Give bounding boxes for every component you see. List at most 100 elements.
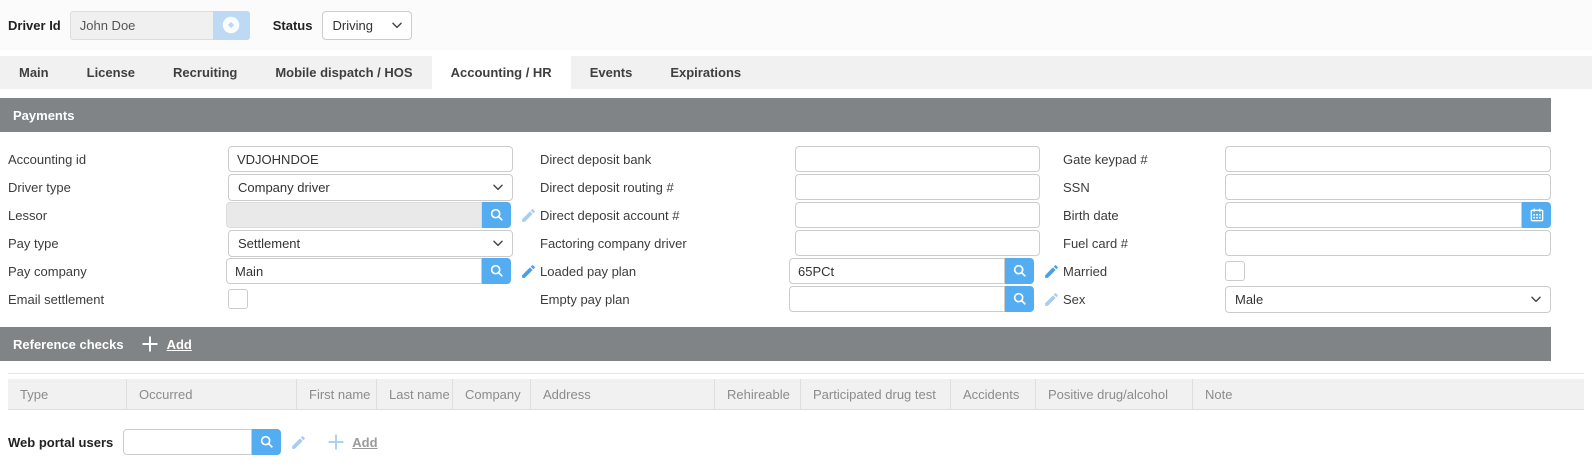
- driver-lookup-button[interactable]: [213, 11, 250, 40]
- empty-pay-plan-search-button[interactable]: [1005, 286, 1034, 312]
- driver-type-value: Company driver: [238, 180, 330, 195]
- accounting-id-label: Accounting id: [8, 152, 228, 167]
- pay-type-value: Settlement: [238, 236, 300, 251]
- ssn-input[interactable]: [1225, 174, 1551, 200]
- chevron-down-icon: [491, 236, 505, 250]
- status-label: Status: [273, 18, 313, 33]
- payments-column-3: Gate keypad # SSN Birth date Fuel card #: [1063, 145, 1592, 313]
- column-header-participated-drug-test[interactable]: Participated drug test: [800, 379, 950, 409]
- calendar-icon: [1529, 207, 1545, 223]
- column-header-last-name[interactable]: Last name: [376, 379, 452, 409]
- payments-column-1: Accounting id Driver type Company driver…: [8, 145, 540, 313]
- web-portal-users-edit-button[interactable]: [286, 429, 310, 455]
- driver-type-label: Driver type: [8, 180, 228, 195]
- pencil-icon: [520, 263, 537, 280]
- empty-pay-plan-input[interactable]: [789, 286, 1005, 312]
- status-select-value: Driving: [332, 18, 372, 33]
- birth-date-input[interactable]: [1225, 202, 1522, 228]
- reference-checks-title: Reference checks: [13, 337, 124, 352]
- driver-id-input[interactable]: [70, 11, 213, 40]
- chevron-down-icon: [390, 18, 404, 32]
- column-header-accidents[interactable]: Accidents: [950, 379, 1035, 409]
- web-portal-users-input[interactable]: [123, 429, 252, 455]
- loaded-pay-plan-search-button[interactable]: [1005, 258, 1034, 284]
- web-portal-users-add-button[interactable]: Add: [326, 432, 377, 452]
- tab-accounting-hr[interactable]: Accounting / HR: [432, 56, 571, 89]
- direct-deposit-bank-label: Direct deposit bank: [540, 152, 795, 167]
- sex-label: Sex: [1063, 292, 1225, 307]
- email-settlement-label: Email settlement: [8, 292, 228, 307]
- sex-select[interactable]: Male: [1225, 286, 1551, 313]
- column-header-note[interactable]: Note: [1192, 379, 1584, 409]
- accounting-id-input[interactable]: [228, 146, 513, 172]
- tab-recruiting[interactable]: Recruiting: [154, 56, 256, 89]
- tab-events[interactable]: Events: [571, 56, 652, 89]
- direct-deposit-routing-label: Direct deposit routing #: [540, 180, 795, 195]
- reference-checks-table: Type Occurred First name Last name Compa…: [8, 373, 1584, 410]
- lessor-label: Lessor: [8, 208, 226, 223]
- reference-checks-section-header: Reference checks Add: [0, 327, 1551, 361]
- pay-type-label: Pay type: [8, 236, 228, 251]
- pencil-icon: [1043, 263, 1060, 280]
- web-portal-users-label: Web portal users: [8, 435, 113, 450]
- loaded-pay-plan-input[interactable]: [789, 258, 1005, 284]
- column-header-first-name[interactable]: First name: [296, 379, 376, 409]
- lessor-input: [226, 202, 482, 228]
- pencil-icon: [1043, 291, 1060, 308]
- search-icon: [489, 263, 505, 279]
- search-icon: [259, 434, 275, 450]
- column-header-positive-drug-alcohol[interactable]: Positive drug/alcohol: [1035, 379, 1192, 409]
- factoring-company-driver-input[interactable]: [795, 230, 1040, 256]
- column-header-type[interactable]: Type: [8, 379, 126, 409]
- reference-checks-table-header: Type Occurred First name Last name Compa…: [8, 379, 1584, 410]
- reference-checks-add-button[interactable]: Add: [167, 337, 192, 352]
- compass-icon: [220, 14, 242, 36]
- pay-company-input[interactable]: [226, 258, 482, 284]
- search-icon: [1012, 263, 1028, 279]
- status-select[interactable]: Driving: [322, 11, 412, 40]
- tab-expirations[interactable]: Expirations: [651, 56, 760, 89]
- payments-section-header: Payments: [0, 98, 1551, 132]
- gate-keypad-input[interactable]: [1225, 146, 1551, 172]
- driver-id-field-group: [70, 11, 250, 40]
- driver-id-label: Driver Id: [8, 18, 61, 33]
- column-header-address[interactable]: Address: [530, 379, 714, 409]
- web-portal-users-search-button[interactable]: [252, 429, 281, 455]
- pencil-icon: [520, 207, 537, 224]
- married-checkbox[interactable]: [1225, 261, 1245, 281]
- payments-column-2: Direct deposit bank Direct deposit routi…: [540, 145, 1063, 313]
- column-header-company[interactable]: Company: [452, 379, 530, 409]
- payments-section-title: Payments: [13, 108, 74, 123]
- gate-keypad-label: Gate keypad #: [1063, 152, 1225, 167]
- lessor-search-button[interactable]: [482, 202, 511, 228]
- loaded-pay-plan-label: Loaded pay plan: [540, 264, 789, 279]
- tab-main[interactable]: Main: [0, 56, 68, 89]
- payments-form: Accounting id Driver type Company driver…: [0, 132, 1592, 323]
- direct-deposit-bank-input[interactable]: [795, 146, 1040, 172]
- sex-value: Male: [1235, 292, 1263, 307]
- chevron-down-icon: [1529, 292, 1543, 306]
- plus-icon: [326, 432, 346, 452]
- tab-license[interactable]: License: [68, 56, 154, 89]
- pay-company-label: Pay company: [8, 264, 226, 279]
- column-header-occurred[interactable]: Occurred: [126, 379, 296, 409]
- birth-date-calendar-button[interactable]: [1522, 202, 1551, 228]
- direct-deposit-account-label: Direct deposit account #: [540, 208, 795, 223]
- plus-icon: [140, 334, 160, 354]
- pay-type-select[interactable]: Settlement: [228, 230, 513, 257]
- pay-company-edit-button[interactable]: [516, 258, 540, 284]
- driver-type-select[interactable]: Company driver: [228, 174, 513, 201]
- lessor-edit-button[interactable]: [516, 202, 540, 228]
- empty-pay-plan-edit-button[interactable]: [1039, 286, 1063, 312]
- fuel-card-input[interactable]: [1225, 230, 1551, 256]
- pay-company-search-button[interactable]: [482, 258, 511, 284]
- top-bar: Driver Id Status Driving: [0, 0, 1592, 50]
- tab-mobile-dispatch-hos[interactable]: Mobile dispatch / HOS: [256, 56, 431, 89]
- direct-deposit-account-input[interactable]: [795, 202, 1040, 228]
- direct-deposit-routing-input[interactable]: [795, 174, 1040, 200]
- search-icon: [1012, 291, 1028, 307]
- email-settlement-checkbox[interactable]: [228, 289, 248, 309]
- loaded-pay-plan-edit-button[interactable]: [1039, 258, 1063, 284]
- column-header-rehireable[interactable]: Rehireable: [714, 379, 800, 409]
- tab-bar: Main License Recruiting Mobile dispatch …: [0, 56, 1592, 89]
